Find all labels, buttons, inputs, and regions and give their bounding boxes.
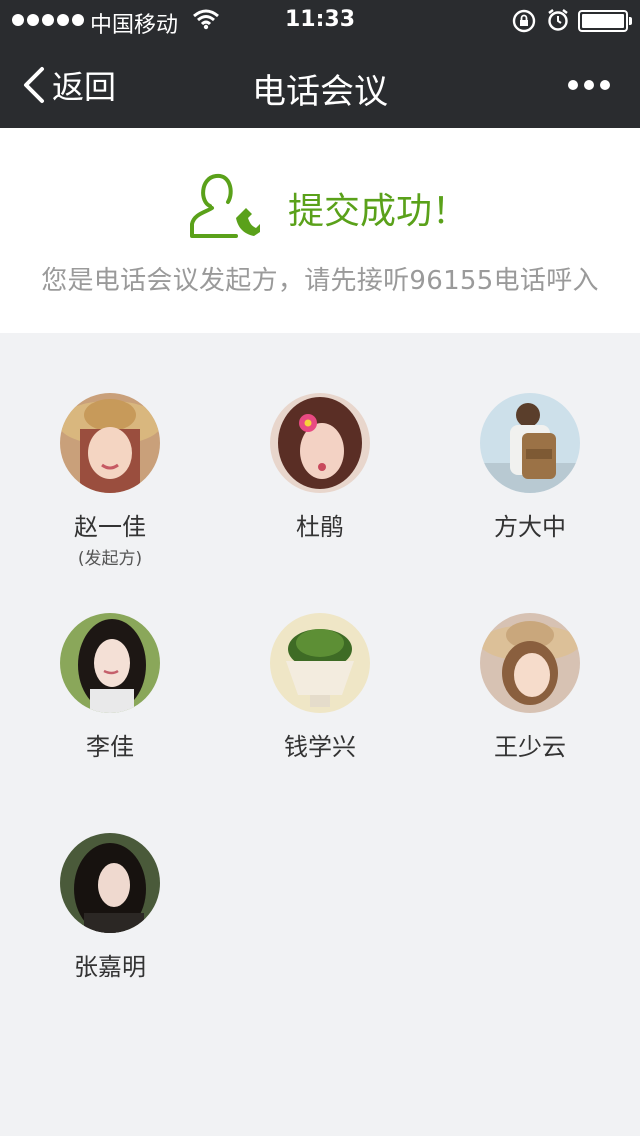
member-name: 钱学兴 (284, 733, 356, 761)
avatar-girl-dark-hair-icon (60, 833, 160, 933)
rotation-lock-icon (512, 9, 536, 37)
battery-icon (578, 10, 632, 32)
user-phone-icon (190, 173, 260, 238)
caller-hint: 您是电话会议发起方，请先接听96155电话呼入 (41, 266, 599, 296)
member-name: 王少云 (494, 733, 566, 761)
more-menu-icon[interactable] (568, 80, 610, 90)
status-bar: 中国移动 11:33 (0, 0, 640, 40)
members-grid: 赵一佳 (发起方) 杜鹃 方大中 李佳 钱学兴 王少云 张嘉明 (0, 333, 640, 1136)
member-item[interactable]: 王少云 (440, 613, 620, 762)
member-name: 赵一佳 (74, 513, 146, 541)
member-name: 杜鹃 (296, 513, 344, 541)
success-text: 提交成功！ (288, 191, 469, 232)
member-role: (发起方) (77, 549, 143, 569)
member-item[interactable]: 张嘉明 (20, 833, 200, 982)
member-item[interactable]: 杜鹃 (230, 393, 410, 542)
avatar-girl-flower-icon (270, 393, 370, 493)
status-time: 11:33 (284, 7, 356, 32)
submit-notice: 提交成功！ 您是电话会议发起方，请先接听96155电话呼入 (0, 128, 640, 333)
avatar-potted-plant-icon (270, 613, 370, 713)
member-item[interactable]: 方大中 (440, 393, 620, 542)
avatar-girl-long-hair-icon (60, 613, 160, 713)
avatar-boy-backpack-icon (480, 393, 580, 493)
avatar-girl-straw-hat-icon (60, 393, 160, 493)
nav-bar: 返回 电话会议 (0, 40, 640, 128)
member-name: 张嘉明 (74, 953, 146, 981)
member-item[interactable]: 钱学兴 (230, 613, 410, 762)
member-item[interactable]: 赵一佳 (发起方) (20, 393, 200, 569)
member-name: 方大中 (494, 513, 566, 541)
member-name: 李佳 (86, 733, 134, 761)
page-title: 电话会议 (252, 72, 388, 112)
member-item[interactable]: 李佳 (20, 613, 200, 762)
success-row: 提交成功！ (186, 172, 468, 244)
alarm-icon (546, 8, 570, 36)
avatar-girl-sun-hat-icon (480, 613, 580, 713)
